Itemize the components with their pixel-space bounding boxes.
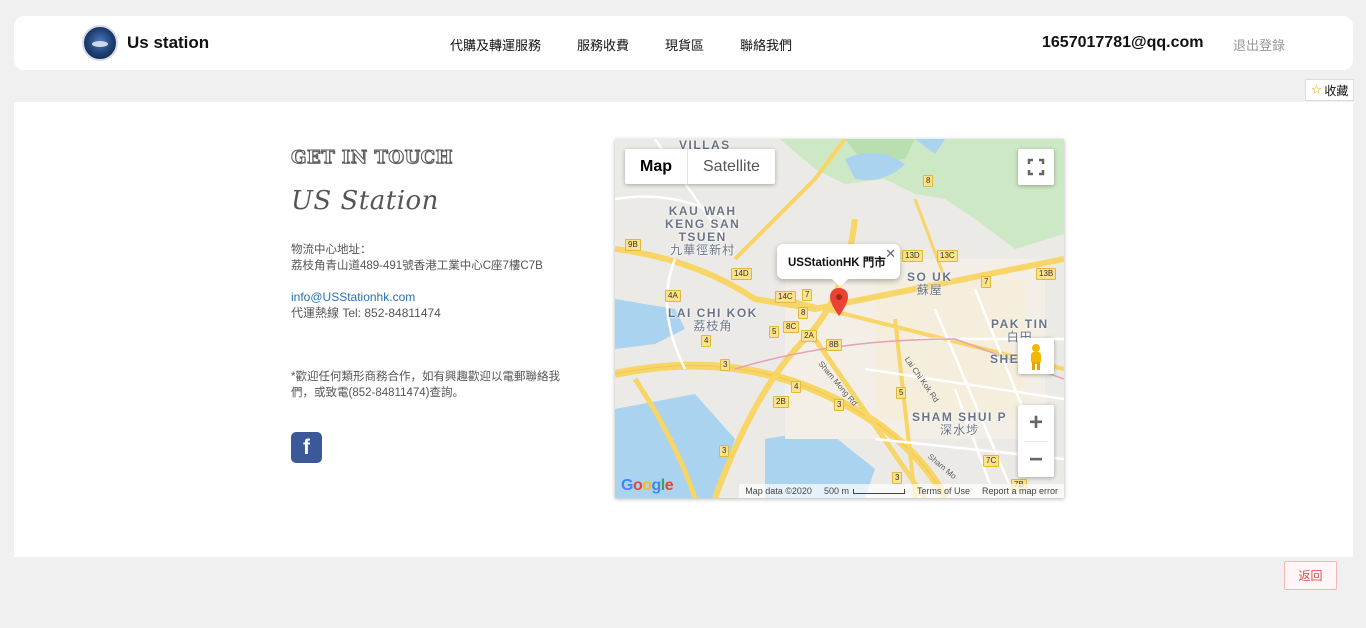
nav-item-service-fees[interactable]: 服務收費 (577, 35, 629, 54)
hotline-text: 代運熱線 Tel: 852-84811474 (291, 306, 441, 320)
area-label-so-uk: SO UK 蘇屋 (907, 270, 953, 297)
star-icon: ☆ (1310, 82, 1323, 97)
route-shield: 13B (1036, 268, 1057, 280)
fullscreen-icon (1027, 158, 1045, 176)
map-attribution: Map data ©2020 500 m Terms of Use Report… (739, 484, 1064, 498)
address-block: 物流中心地址： 荔枝角青山道489-491號香港工業中心C座7樓C7B (291, 242, 561, 274)
map-type-control: Map Satellite (625, 149, 775, 184)
facebook-icon[interactable]: f (291, 432, 322, 463)
contact-email-link[interactable]: info@USStationhk.com (291, 289, 561, 305)
map-pin-icon[interactable] (830, 288, 848, 316)
map-info-window: USStationHK 門市 ✕ (777, 244, 900, 287)
route-shield: 4 (791, 381, 802, 393)
zoom-out-button[interactable]: − (1018, 442, 1054, 478)
top-navbar: Us station 代購及轉運服務 服務收費 現貨區 聯絡我們 1657017… (14, 16, 1353, 70)
route-shield: 5 (769, 326, 780, 338)
contact-section: GET IN TOUCH US Station 物流中心地址： 荔枝角青山道48… (14, 102, 1353, 557)
route-shield: 13D (902, 250, 923, 262)
route-shield: 7 (981, 276, 992, 288)
close-icon[interactable]: ✕ (885, 246, 896, 262)
terms-link[interactable]: Terms of Use (917, 486, 970, 496)
nav-item-contact-us[interactable]: 聯絡我們 (740, 35, 792, 54)
route-shield: 7 (802, 289, 813, 301)
route-shield: 3 (720, 359, 731, 371)
street-view-pegman[interactable] (1018, 338, 1054, 374)
google-map[interactable]: VILLAS KAU WAH KENG SAN TSUEN 九華徑新村 SO U… (615, 139, 1064, 498)
area-label-lai-chi-kok: LAI CHI KOK 荔枝角 (668, 306, 758, 333)
route-shield: 14D (731, 268, 752, 280)
route-shield: 14C (775, 291, 796, 303)
nav-item-purchase-forwarding[interactable]: 代購及轉運服務 (450, 35, 541, 54)
area-label-sham-shui-po: SHAM SHUI P 深水埗 (912, 410, 1008, 437)
route-shield: 4A (665, 290, 681, 302)
logout-link[interactable]: 退出登錄 (1233, 35, 1285, 54)
zoom-in-button[interactable]: + (1018, 405, 1054, 441)
route-shield: 2B (773, 396, 789, 408)
nav-item-in-stock[interactable]: 現貨區 (665, 35, 704, 54)
brand-name[interactable]: Us station (127, 33, 209, 53)
route-shield: 8B (826, 339, 842, 351)
address-label: 物流中心地址： (291, 244, 372, 256)
contact-info: GET IN TOUCH US Station 物流中心地址： 荔枝角青山道48… (291, 147, 561, 463)
pegman-icon (1031, 344, 1041, 370)
route-shield: 7C (983, 455, 1000, 467)
route-shield: 13C (937, 250, 958, 262)
map-scale[interactable]: 500 m (824, 486, 905, 496)
route-shield: 3 (892, 472, 903, 484)
main-nav: 代購及轉運服務 服務收費 現貨區 聯絡我們 (450, 35, 792, 54)
address-text: 荔枝角青山道489-491號香港工業中心C座7樓C7B (291, 260, 543, 272)
route-shield: 8 (923, 175, 934, 187)
user-email[interactable]: 1657017781@qq.com (1042, 34, 1203, 52)
map-data-text: Map data ©2020 (745, 486, 812, 496)
brand-logo[interactable] (82, 25, 118, 61)
get-in-touch-heading: GET IN TOUCH (291, 147, 454, 169)
script-title: US Station (291, 186, 439, 216)
back-button[interactable]: 返回 (1284, 561, 1337, 590)
area-label-kau-wah: KAU WAH KENG SAN TSUEN 九華徑新村 (665, 204, 741, 257)
favorite-label: 收藏 (1324, 83, 1349, 98)
map-type-map-button[interactable]: Map (625, 149, 687, 184)
route-shield: 9B (625, 239, 641, 251)
zoom-control: + − (1018, 405, 1054, 477)
route-shield: 3 (834, 399, 845, 411)
map-type-satellite-button[interactable]: Satellite (687, 149, 775, 184)
report-error-link[interactable]: Report a map error (982, 486, 1058, 496)
google-logo[interactable]: Google (621, 477, 674, 495)
fullscreen-button[interactable] (1018, 149, 1054, 185)
route-shield: 8C (783, 321, 800, 333)
route-shield: 5 (896, 387, 907, 399)
route-shield: 3 (719, 445, 730, 457)
route-shield: 2A (801, 330, 817, 342)
cooperation-note: *歡迎任何類形商務合作，如有興趣歡迎以電郵聯絡我們，或致電(852-848114… (291, 371, 560, 399)
route-shield: 4 (701, 335, 712, 347)
area-label-shek: SHE (990, 352, 1020, 366)
route-shield: 8 (798, 307, 809, 319)
info-window-title: USStationHK 門市 (788, 256, 886, 269)
favorite-button[interactable]: ☆ 收藏 (1305, 79, 1354, 101)
